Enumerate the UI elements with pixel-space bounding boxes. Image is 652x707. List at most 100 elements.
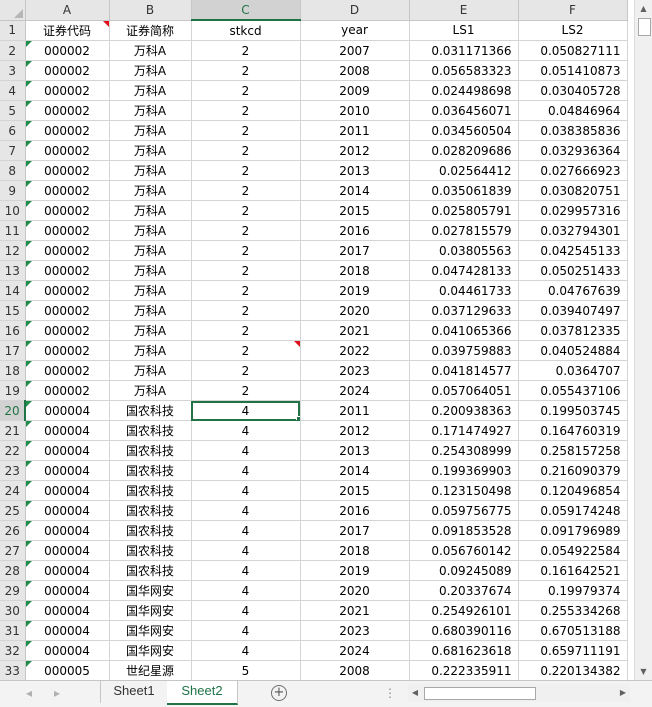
cell-d25[interactable]: 2016 — [300, 500, 410, 521]
cell-c26[interactable]: 4 — [191, 520, 301, 541]
row-header[interactable]: 33 — [0, 660, 26, 680]
cell-d29[interactable]: 2020 — [300, 580, 410, 601]
cell-c10[interactable]: 2 — [191, 200, 301, 221]
cell-b2[interactable]: 万科A — [109, 40, 192, 61]
row-header[interactable]: 2 — [0, 40, 26, 61]
cell-f32[interactable]: 0.659711191 — [518, 640, 628, 661]
cell-d20[interactable]: 2011 — [300, 400, 410, 421]
cell-d17[interactable]: 2022 — [300, 340, 410, 361]
row-header[interactable]: 18 — [0, 360, 26, 381]
horizontal-scroll-thumb[interactable] — [424, 687, 536, 700]
column-header-a[interactable]: A — [25, 0, 110, 21]
cell-b9[interactable]: 万科A — [109, 180, 192, 201]
cell-f30[interactable]: 0.255334268 — [518, 600, 628, 621]
cell-b29[interactable]: 国华网安 — [109, 580, 192, 601]
column-header-e[interactable]: E — [409, 0, 519, 21]
tab-sheet1[interactable]: Sheet1 — [100, 681, 168, 703]
cell-a27[interactable]: 000004 — [25, 540, 110, 561]
cell-d21[interactable]: 2012 — [300, 420, 410, 441]
column-header-b[interactable]: B — [109, 0, 192, 21]
cell-e30[interactable]: 0.254926101 — [409, 600, 519, 621]
cell-a23[interactable]: 000004 — [25, 460, 110, 481]
cell-b24[interactable]: 国农科技 — [109, 480, 192, 501]
row-header[interactable]: 21 — [0, 420, 26, 441]
cell-a3[interactable]: 000002 — [25, 60, 110, 81]
row-header[interactable]: 11 — [0, 220, 26, 241]
cell-d26[interactable]: 2017 — [300, 520, 410, 541]
cell-c2[interactable]: 2 — [191, 40, 301, 61]
cell-a9[interactable]: 000002 — [25, 180, 110, 201]
vertical-scroll-thumb[interactable] — [638, 18, 651, 36]
cell-e32[interactable]: 0.681623618 — [409, 640, 519, 661]
cell-c4[interactable]: 2 — [191, 80, 301, 101]
cell-d2[interactable]: 2007 — [300, 40, 410, 61]
cell-b31[interactable]: 国华网安 — [109, 620, 192, 641]
row-header[interactable]: 12 — [0, 240, 26, 261]
cell-b32[interactable]: 国华网安 — [109, 640, 192, 661]
cell-e9[interactable]: 0.035061839 — [409, 180, 519, 201]
cell-e29[interactable]: 0.20337674 — [409, 580, 519, 601]
cell-e12[interactable]: 0.03805563 — [409, 240, 519, 261]
row-header[interactable]: 15 — [0, 300, 26, 321]
cell-e2[interactable]: 0.031171366 — [409, 40, 519, 61]
cell-c29[interactable]: 4 — [191, 580, 301, 601]
cell-d9[interactable]: 2014 — [300, 180, 410, 201]
cell-b27[interactable]: 国农科技 — [109, 540, 192, 561]
column-header-f[interactable]: F — [518, 0, 628, 21]
cell-c31[interactable]: 4 — [191, 620, 301, 641]
cell-a2[interactable]: 000002 — [25, 40, 110, 61]
cell-c1[interactable]: stkcd — [191, 20, 301, 41]
select-all-corner[interactable] — [0, 0, 26, 21]
cell-a18[interactable]: 000002 — [25, 360, 110, 381]
cell-c8[interactable]: 2 — [191, 160, 301, 181]
cell-e28[interactable]: 0.09245089 — [409, 560, 519, 581]
cell-d19[interactable]: 2024 — [300, 380, 410, 401]
cell-e10[interactable]: 0.025805791 — [409, 200, 519, 221]
row-header[interactable]: 3 — [0, 60, 26, 81]
row-header[interactable]: 28 — [0, 560, 26, 581]
cell-f9[interactable]: 0.030820751 — [518, 180, 628, 201]
cell-a8[interactable]: 000002 — [25, 160, 110, 181]
row-header[interactable]: 7 — [0, 140, 26, 161]
cell-c23[interactable]: 4 — [191, 460, 301, 481]
cell-c3[interactable]: 2 — [191, 60, 301, 81]
cell-a1[interactable]: 证券代码 — [25, 20, 110, 41]
cell-a26[interactable]: 000004 — [25, 520, 110, 541]
cell-a5[interactable]: 000002 — [25, 100, 110, 121]
cell-f11[interactable]: 0.032794301 — [518, 220, 628, 241]
cell-f25[interactable]: 0.059174248 — [518, 500, 628, 521]
cell-c18[interactable]: 2 — [191, 360, 301, 381]
cell-d12[interactable]: 2017 — [300, 240, 410, 261]
cell-a4[interactable]: 000002 — [25, 80, 110, 101]
cell-f28[interactable]: 0.161642521 — [518, 560, 628, 581]
cell-a20[interactable]: 000004 — [25, 400, 110, 421]
cell-a14[interactable]: 000002 — [25, 280, 110, 301]
cell-b7[interactable]: 万科A — [109, 140, 192, 161]
cell-d22[interactable]: 2013 — [300, 440, 410, 461]
cell-d31[interactable]: 2023 — [300, 620, 410, 641]
cell-b11[interactable]: 万科A — [109, 220, 192, 241]
cell-f12[interactable]: 0.042545133 — [518, 240, 628, 261]
cell-b8[interactable]: 万科A — [109, 160, 192, 181]
cell-f2[interactable]: 0.050827111 — [518, 40, 628, 61]
cell-d7[interactable]: 2012 — [300, 140, 410, 161]
cell-b21[interactable]: 国农科技 — [109, 420, 192, 441]
row-header[interactable]: 4 — [0, 80, 26, 101]
cell-a17[interactable]: 000002 — [25, 340, 110, 361]
tab-scroll-right-icon[interactable]: ▸ — [50, 684, 64, 702]
cell-f26[interactable]: 0.091796989 — [518, 520, 628, 541]
cell-d30[interactable]: 2021 — [300, 600, 410, 621]
cell-f17[interactable]: 0.040524884 — [518, 340, 628, 361]
cell-b4[interactable]: 万科A — [109, 80, 192, 101]
tab-sheet2[interactable]: Sheet2 — [167, 681, 238, 705]
cell-e27[interactable]: 0.056760142 — [409, 540, 519, 561]
cell-d8[interactable]: 2013 — [300, 160, 410, 181]
cell-a21[interactable]: 000004 — [25, 420, 110, 441]
cell-d6[interactable]: 2011 — [300, 120, 410, 141]
cell-f6[interactable]: 0.038385836 — [518, 120, 628, 141]
cell-e23[interactable]: 0.199369903 — [409, 460, 519, 481]
cell-e25[interactable]: 0.059756775 — [409, 500, 519, 521]
cell-e26[interactable]: 0.091853528 — [409, 520, 519, 541]
cell-e13[interactable]: 0.047428133 — [409, 260, 519, 281]
cell-b33[interactable]: 世纪星源 — [109, 660, 192, 680]
